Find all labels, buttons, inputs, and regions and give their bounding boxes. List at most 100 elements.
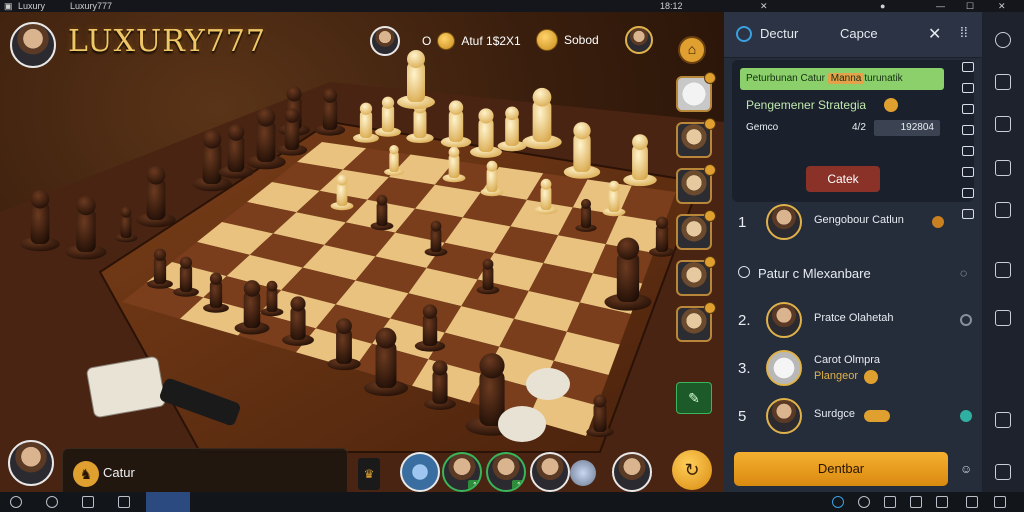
active-app-indicator[interactable] (146, 492, 190, 512)
player-name: Carot Olmpra (814, 354, 881, 366)
strip-avatar-1[interactable]: 1 (442, 452, 482, 492)
chat-icon[interactable] (536, 29, 558, 51)
layers-icon[interactable] (995, 310, 1011, 326)
chat-bubble-icon[interactable]: ◌ (960, 266, 967, 280)
list-item[interactable]: 3. Carot Olmpra Plangeor (724, 348, 982, 394)
storage-icon[interactable] (910, 496, 922, 508)
strip-avatar-2[interactable]: 1 (486, 452, 526, 492)
chess-board-image[interactable] (0, 12, 724, 492)
avatar (766, 350, 802, 386)
medal-icon (884, 98, 898, 112)
info-icon (738, 266, 750, 278)
strip-avatar-3[interactable] (530, 452, 570, 492)
mini-tool-icon-1[interactable] (962, 62, 974, 72)
rank-number: 5 (738, 408, 747, 425)
mini-tool-icon-5[interactable] (962, 146, 974, 156)
edit-icon[interactable] (995, 464, 1011, 480)
note-icon[interactable] (995, 202, 1011, 218)
window-titlebar: ▣ Luxury Luxury777 18:12 ✕ ● — ☐ ✕ (0, 0, 1024, 12)
right-panel: Dectur Capce ✕ ⁞⁞ Peturbunan Catur Manna… (724, 12, 982, 492)
rank-number: 3. (738, 360, 751, 377)
target-icon (736, 26, 752, 42)
close-icon[interactable]: ✕ (998, 0, 1006, 12)
sync-icon[interactable] (884, 496, 896, 508)
avatar (766, 398, 802, 434)
keyboard-icon[interactable] (936, 496, 948, 508)
system-navbar (0, 492, 1024, 512)
chat-input-label: Catur (103, 465, 135, 480)
rank-number: 2. (738, 312, 751, 329)
fullscreen-icon[interactable] (994, 496, 1006, 508)
home-nav-icon[interactable] (46, 496, 58, 508)
opponent-avatar[interactable] (370, 26, 400, 56)
panel-icon[interactable] (995, 412, 1011, 428)
player-name: Surdgce (814, 408, 855, 420)
location-icon[interactable] (858, 496, 870, 508)
top-ranking-row[interactable]: 1 Gengobour Catlun (724, 202, 982, 248)
light-piece-piece[interactable] (397, 50, 435, 109)
list-item[interactable]: 2. Pratce Olahetah (724, 300, 982, 346)
recent-apps-icon[interactable] (82, 496, 94, 508)
display-icon[interactable] (966, 496, 978, 508)
mini-tool-icon-4[interactable] (962, 125, 974, 135)
self-avatar[interactable] (8, 440, 54, 486)
tab-capce[interactable]: Capce (840, 26, 878, 41)
user-icon[interactable]: ● (880, 0, 885, 12)
mini-tool-icon-6[interactable] (962, 167, 974, 177)
back-icon[interactable] (10, 496, 22, 508)
strip-avatar-4[interactable] (612, 452, 652, 492)
tab-dectur[interactable]: Dectur (760, 26, 798, 41)
home-icon[interactable]: ⌂ (678, 36, 706, 64)
window-icon[interactable] (995, 262, 1011, 278)
status-dot-icon (960, 314, 972, 326)
side-player-card-4[interactable] (676, 256, 716, 296)
strip-settings-icon[interactable] (570, 460, 596, 486)
player-name: Gengobour Catlun (814, 214, 904, 226)
mini-tool-icon-3[interactable] (962, 104, 974, 114)
player-avatar[interactable] (10, 22, 56, 68)
side-player-card-3[interactable] (676, 210, 716, 250)
mini-tool-icon-8[interactable] (962, 209, 974, 219)
app-window: ▣ Luxury Luxury777 18:12 ✕ ● — ☐ ✕ LUXUR… (0, 0, 1024, 512)
side-player-card-1[interactable] (676, 118, 716, 158)
network-icon[interactable] (832, 496, 844, 508)
catek-button[interactable]: Catek (806, 166, 880, 192)
app-icon: ▣ (4, 1, 13, 11)
strip-globe-icon[interactable] (400, 452, 440, 492)
knight-piece-card[interactable] (676, 72, 716, 112)
chat-input-bar[interactable]: ♞ Catur (62, 448, 348, 492)
grid-icon[interactable]: ⁞⁞ (960, 24, 968, 40)
medal-icon (932, 216, 944, 228)
minimize-icon[interactable]: — (936, 0, 945, 12)
crosshair-icon[interactable]: ✕ (928, 24, 941, 44)
avatar (766, 204, 802, 240)
friend-avatar[interactable] (624, 26, 653, 54)
puzzle-icon[interactable] (995, 32, 1011, 48)
section-title: Patur c Mlexanbare (758, 266, 871, 281)
pen-icon[interactable] (995, 160, 1011, 176)
trophy-icon[interactable]: ♛ (358, 458, 380, 490)
list-item[interactable]: 5 Surdgce (724, 396, 982, 442)
reload-icon[interactable]: ↻ (672, 450, 712, 490)
person-icon[interactable] (995, 74, 1011, 90)
book-icon[interactable] (995, 116, 1011, 132)
mini-tool-icon-2[interactable] (962, 83, 974, 93)
mini-tool-icon-7[interactable] (962, 188, 974, 198)
panel-header: Dectur Capce ✕ ⁞⁞ (724, 12, 982, 58)
screenshot-icon[interactable] (118, 496, 130, 508)
side-player-card-2[interactable] (676, 164, 716, 204)
avatar (766, 302, 802, 338)
opponent-info: O Atuf 1$2X1 (370, 26, 521, 56)
settings-icon[interactable]: ✕ (760, 0, 768, 12)
emote-icon[interactable]: ✎ (676, 382, 712, 414)
emoji-icon[interactable]: ☺ (960, 462, 972, 476)
coin-icon (437, 32, 456, 50)
side-player-card-5[interactable] (676, 302, 716, 342)
side-player-stack (676, 72, 716, 352)
titlebar-label-2: Luxury777 (70, 1, 113, 11)
primary-action-button[interactable]: Dentbar (734, 452, 948, 486)
coin-icon (864, 370, 878, 384)
game-logo: LUXURY777 (68, 24, 266, 59)
maximize-icon[interactable]: ☐ (966, 0, 974, 12)
banner-text-suffix: turunatik (864, 73, 903, 84)
